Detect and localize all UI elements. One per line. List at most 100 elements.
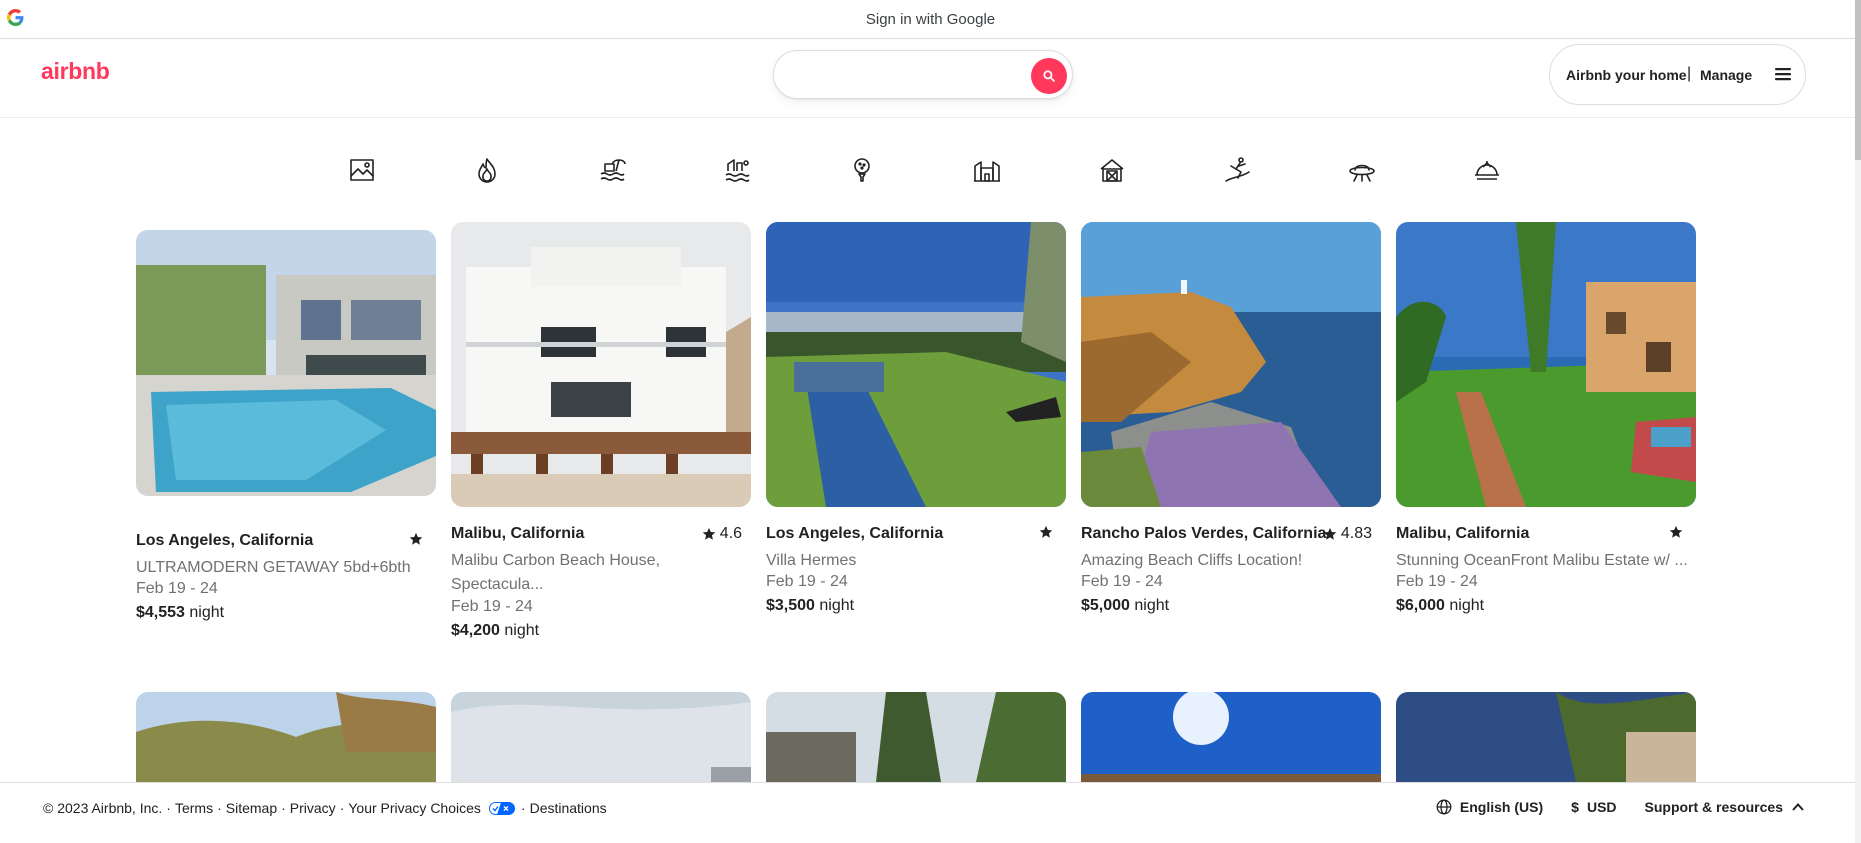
listing-location: Malibu, California	[1396, 525, 1530, 542]
search-button[interactable]	[1031, 58, 1067, 94]
privacy-choices-link[interactable]: Your Privacy Choices	[348, 800, 481, 816]
currency-symbol: $	[1571, 799, 1579, 815]
language-selector[interactable]: English (US)	[1436, 799, 1543, 815]
listing-dates: Feb 19 - 24	[451, 598, 533, 615]
listing-header-row: Rancho Palos Verdes, California 4.83	[1081, 525, 1381, 547]
site-footer: © 2023 Airbnb, Inc. · Terms · Sitemap · …	[0, 782, 1855, 834]
lakefront-icon[interactable]	[722, 155, 752, 185]
price-unit: night	[1444, 597, 1485, 614]
listing-location: Malibu, California	[451, 525, 585, 542]
trending-icon[interactable]	[472, 155, 502, 185]
star-icon	[1039, 525, 1053, 538]
destinations-link[interactable]: Destinations	[530, 800, 607, 816]
host-menu-pill[interactable]: Airbnb your home | Manage	[1549, 44, 1806, 105]
domes-icon[interactable]	[1472, 155, 1502, 185]
footer-settings: English (US) $ USD Support & resources	[1408, 799, 1805, 815]
separator: |	[1687, 65, 1692, 82]
listing-dates: Feb 19 - 24	[136, 580, 218, 597]
mansions-icon[interactable]	[972, 155, 1002, 185]
listing-location: Los Angeles, California	[766, 525, 944, 542]
google-signin-text[interactable]: Sign in with Google	[0, 11, 1861, 28]
listing-header-row: Los Angeles, California	[136, 532, 436, 554]
listing-price: $5,000 night	[1081, 597, 1169, 615]
listing-photo[interactable]	[1081, 222, 1381, 507]
price-unit: night	[814, 597, 855, 614]
star-icon	[1669, 525, 1683, 538]
search-icon	[1043, 70, 1055, 82]
barns-icon[interactable]	[1097, 155, 1127, 185]
terms-link[interactable]: Terms	[175, 800, 213, 816]
listing-header-row: Malibu, California 4.6	[451, 525, 751, 547]
price-unit: night	[184, 604, 225, 621]
beachfront-icon[interactable]	[597, 155, 627, 185]
google-signin-bar[interactable]: Sign in with Google	[0, 0, 1861, 39]
airbnb-logo[interactable]: airbnb	[41, 58, 110, 85]
globe-icon	[1436, 799, 1452, 815]
listing-title: ULTRAMODERN GETAWAY 5bd+6bth	[136, 559, 411, 576]
surfing-icon[interactable]	[1222, 155, 1252, 185]
listing-photo[interactable]	[1396, 692, 1696, 782]
listing-rating	[1669, 525, 1687, 539]
footer-dot: ·	[217, 800, 222, 816]
listing-rating: 4.6	[702, 525, 742, 543]
listing-location: Rancho Palos Verdes, California	[1081, 525, 1327, 542]
price-amount: $6,000	[1396, 597, 1445, 614]
amazing-views-icon[interactable]	[347, 155, 377, 185]
scrollbar-thumb[interactable]	[1855, 0, 1861, 160]
listing-title: Amazing Beach Cliffs Location!	[1081, 552, 1303, 569]
listing-price: $3,500 night	[766, 597, 854, 615]
currency-selector[interactable]: $ USD	[1571, 799, 1616, 815]
hamburger-menu-icon[interactable]	[1774, 65, 1792, 83]
support-label[interactable]: Support & resources	[1645, 799, 1783, 815]
listing-rating	[409, 532, 427, 546]
star-icon	[702, 527, 716, 540]
listing-title-line1: Malibu Carbon Beach House,	[451, 552, 661, 569]
listing-dates: Feb 19 - 24	[1396, 573, 1478, 590]
listing-location: Los Angeles, California	[136, 532, 314, 549]
sitemap-link[interactable]: Sitemap	[226, 800, 277, 816]
support-resources-button[interactable]: Support & resources	[1645, 799, 1805, 815]
listing-photo[interactable]	[451, 692, 751, 782]
listing-dates: Feb 19 - 24	[766, 573, 848, 590]
listing-photo[interactable]	[451, 222, 751, 507]
manage-link[interactable]: Manage	[1700, 67, 1752, 83]
listing-price: $4,200 night	[451, 622, 539, 640]
privacy-choices-toggle-icon[interactable]	[488, 801, 515, 815]
footer-dot: ·	[166, 800, 171, 816]
footer-dot: ·	[281, 800, 286, 816]
currency-label[interactable]: USD	[1587, 799, 1617, 815]
chevron-up-icon	[1792, 803, 1804, 811]
star-icon	[409, 532, 423, 545]
golfing-icon[interactable]	[847, 155, 877, 185]
listing-header-row: Malibu, California	[1396, 525, 1696, 547]
airbnb-your-home-link[interactable]: Airbnb your home	[1566, 67, 1687, 83]
price-amount: $4,200	[451, 622, 500, 639]
listing-photo[interactable]	[1081, 692, 1381, 782]
listing-rating: 4.83	[1323, 525, 1372, 543]
listing-photo[interactable]	[766, 222, 1066, 507]
language-label[interactable]: English (US)	[1460, 799, 1543, 815]
privacy-link[interactable]: Privacy	[290, 800, 336, 816]
search-input[interactable]	[792, 63, 1012, 87]
listing-dates: Feb 19 - 24	[1081, 573, 1163, 590]
listing-title: Villa Hermes	[766, 552, 857, 569]
footer-dot: ·	[339, 800, 345, 816]
page-scrollbar[interactable]	[1855, 0, 1861, 843]
footer-links: © 2023 Airbnb, Inc. · Terms · Sitemap · …	[43, 800, 611, 816]
rating-value: 4.83	[1340, 525, 1372, 542]
listing-photo[interactable]	[136, 230, 436, 496]
search-bar[interactable]	[773, 50, 1073, 99]
listing-photo[interactable]	[766, 692, 1066, 782]
price-amount: $3,500	[766, 597, 815, 614]
listing-photo[interactable]	[136, 692, 436, 782]
listing-title-line2: Spectacula...	[451, 576, 544, 593]
listing-photo[interactable]	[1396, 222, 1696, 507]
site-header: airbnb Airbnb your home | Manage	[0, 39, 1855, 118]
price-unit: night	[499, 622, 540, 639]
footer-dot: ·	[520, 800, 526, 816]
omg-icon[interactable]	[1347, 155, 1377, 185]
listing-price: $6,000 night	[1396, 597, 1484, 615]
copyright-text: © 2023 Airbnb, Inc.	[43, 800, 163, 816]
listing-rating	[1039, 525, 1057, 539]
listing-price: $4,553 night	[136, 604, 224, 622]
